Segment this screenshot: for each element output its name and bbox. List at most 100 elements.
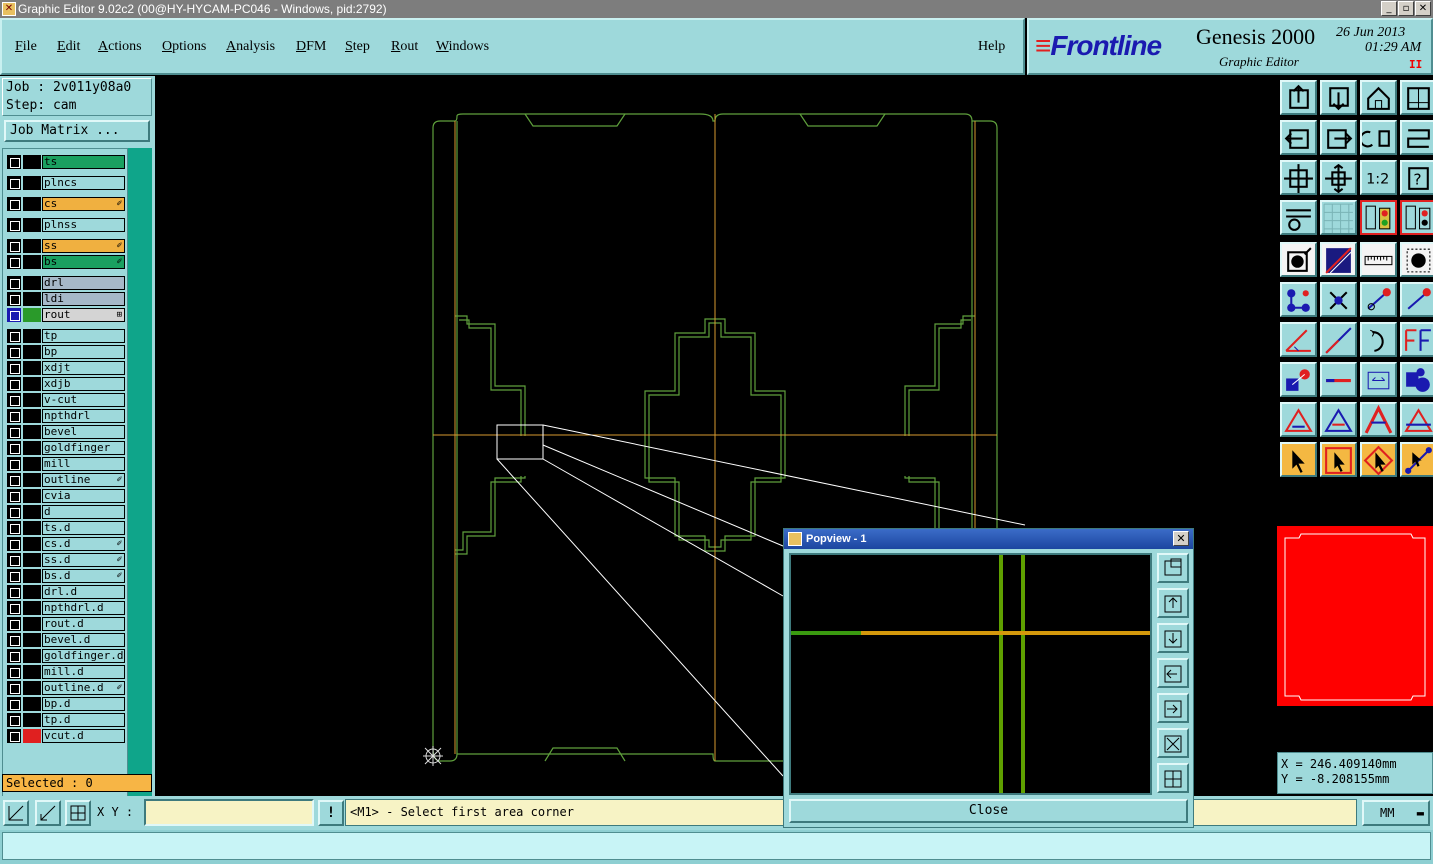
pause-indicator[interactable]: II xyxy=(1409,58,1422,71)
menu-rout[interactable]: Rout xyxy=(391,39,418,55)
overview-map[interactable] xyxy=(1277,526,1433,706)
select-poly-arrow-button[interactable] xyxy=(1360,442,1397,477)
close-button[interactable]: ✕ xyxy=(1415,1,1431,16)
layer-name[interactable]: d xyxy=(42,505,125,519)
layer-row[interactable]: bs ✐ xyxy=(7,255,125,269)
layer-color-swatch[interactable] xyxy=(23,473,41,487)
layer-row[interactable]: tp.d xyxy=(7,713,125,727)
layer-name[interactable]: ss ✐ xyxy=(42,239,125,253)
layer-name[interactable]: outline.d ✐ xyxy=(42,681,125,695)
node-connect-button[interactable] xyxy=(1280,282,1317,317)
layer-checkbox[interactable] xyxy=(7,292,21,306)
layer-name[interactable]: drl.d xyxy=(42,585,125,599)
menu-dfm[interactable]: DFM xyxy=(296,39,326,55)
popview-zoom-in-button[interactable] xyxy=(1157,728,1189,758)
popview-pan-right-button[interactable] xyxy=(1157,693,1189,723)
layer-name[interactable]: ldi xyxy=(42,292,125,306)
layer-name[interactable]: goldfinger xyxy=(42,441,125,455)
dimension-button[interactable] xyxy=(1360,362,1397,397)
arc-button[interactable] xyxy=(1360,322,1397,357)
multi-pad-button[interactable] xyxy=(1400,362,1433,397)
layer-color-swatch[interactable] xyxy=(23,713,41,727)
letter-a-button[interactable] xyxy=(1360,402,1397,437)
panel-split-button[interactable] xyxy=(1400,80,1433,115)
layer-checkbox[interactable] xyxy=(7,553,21,567)
snap-grid-button[interactable] xyxy=(65,800,91,826)
popview-zoom-fit-button[interactable] xyxy=(1157,553,1189,583)
layer-checkbox[interactable] xyxy=(7,361,21,375)
popview-pan-up-button[interactable] xyxy=(1157,588,1189,618)
layer-color-swatch[interactable] xyxy=(23,489,41,503)
layer-color-swatch[interactable] xyxy=(23,345,41,359)
layer-row[interactable]: goldfinger.d xyxy=(7,649,125,663)
layer-row[interactable]: ts.d xyxy=(7,521,125,535)
layer-color-swatch[interactable] xyxy=(23,377,41,391)
layer-color-swatch[interactable] xyxy=(23,176,41,190)
layer-color-swatch[interactable] xyxy=(23,617,41,631)
layer-name[interactable]: bs.d ✐ xyxy=(42,569,125,583)
layer-checkbox[interactable] xyxy=(7,276,21,290)
layer-checkbox[interactable] xyxy=(7,197,21,211)
zoom-window-button[interactable] xyxy=(3,800,29,826)
popview-zoom-out-button[interactable] xyxy=(1157,763,1189,793)
layer-color-swatch[interactable] xyxy=(23,308,41,322)
home-button[interactable] xyxy=(1360,80,1397,115)
layer-checkbox[interactable] xyxy=(7,441,21,455)
layer-name[interactable]: outline ✐ xyxy=(42,473,125,487)
layer-row[interactable]: mill xyxy=(7,457,125,471)
layer-name[interactable]: plncs xyxy=(42,176,125,190)
layer-checkbox[interactable] xyxy=(7,569,21,583)
layer-checkbox[interactable] xyxy=(7,681,21,695)
layer-name[interactable]: ss.d ✐ xyxy=(42,553,125,567)
layer-checkbox[interactable] xyxy=(7,425,21,439)
cross-point-button[interactable] xyxy=(1320,282,1357,317)
layer-color-swatch[interactable] xyxy=(23,537,41,551)
pan-left-button[interactable] xyxy=(1280,120,1317,155)
popview-close-x[interactable]: ✕ xyxy=(1173,531,1189,546)
layer-checkbox[interactable] xyxy=(7,393,21,407)
triangle-button[interactable] xyxy=(1280,402,1317,437)
layer-color-swatch[interactable] xyxy=(23,155,41,169)
popview-pan-left-button[interactable] xyxy=(1157,658,1189,688)
layer-row[interactable]: xdjb xyxy=(7,377,125,391)
angle-line-button[interactable] xyxy=(1280,322,1317,357)
segment-red-end-button[interactable] xyxy=(1400,282,1433,317)
layer-checkbox[interactable] xyxy=(7,239,21,253)
menu-step[interactable]: Step xyxy=(345,39,370,55)
layer-row[interactable]: ts xyxy=(7,155,125,169)
layer-row[interactable]: drl xyxy=(7,276,125,290)
layer-color-swatch[interactable] xyxy=(23,239,41,253)
pad-button[interactable] xyxy=(1280,242,1317,277)
layer-color-swatch[interactable] xyxy=(23,255,41,269)
select-net-button[interactable] xyxy=(1400,442,1433,477)
layer-color-swatch[interactable] xyxy=(23,521,41,535)
layer-checkbox[interactable] xyxy=(7,665,21,679)
layer-checkbox[interactable] xyxy=(7,345,21,359)
stack-up-button[interactable] xyxy=(1280,80,1317,115)
layer-name[interactable]: mill xyxy=(42,457,125,471)
layer-row[interactable]: rout.d xyxy=(7,617,125,631)
minimize-button[interactable]: _ xyxy=(1381,1,1397,16)
layer-checkbox[interactable] xyxy=(7,473,21,487)
layer-row[interactable]: cvia xyxy=(7,489,125,503)
layer-checkbox[interactable] xyxy=(7,601,21,615)
select-box-arrow-button[interactable] xyxy=(1320,442,1357,477)
layer-row[interactable]: bp.d xyxy=(7,697,125,711)
layer-row[interactable]: ss.d ✐ xyxy=(7,553,125,567)
layer-color-swatch[interactable] xyxy=(23,633,41,647)
layer-color-swatch[interactable] xyxy=(23,505,41,519)
layer-checkbox[interactable] xyxy=(7,537,21,551)
layer-checkbox[interactable] xyxy=(7,649,21,663)
pad-select-button[interactable] xyxy=(1280,362,1317,397)
layer-control-button[interactable] xyxy=(1360,200,1397,235)
layer-row[interactable]: plncs xyxy=(7,176,125,190)
pad-dotted-button[interactable] xyxy=(1400,242,1433,277)
layer-name[interactable]: ts.d xyxy=(42,521,125,535)
alert-button[interactable]: ! xyxy=(318,800,344,826)
layer-checkbox[interactable] xyxy=(7,633,21,647)
layer-color-swatch[interactable] xyxy=(23,649,41,663)
layer-name[interactable]: tp xyxy=(42,329,125,343)
layer-name[interactable]: bp xyxy=(42,345,125,359)
layer-row[interactable]: bp xyxy=(7,345,125,359)
layer-checkbox[interactable] xyxy=(7,457,21,471)
